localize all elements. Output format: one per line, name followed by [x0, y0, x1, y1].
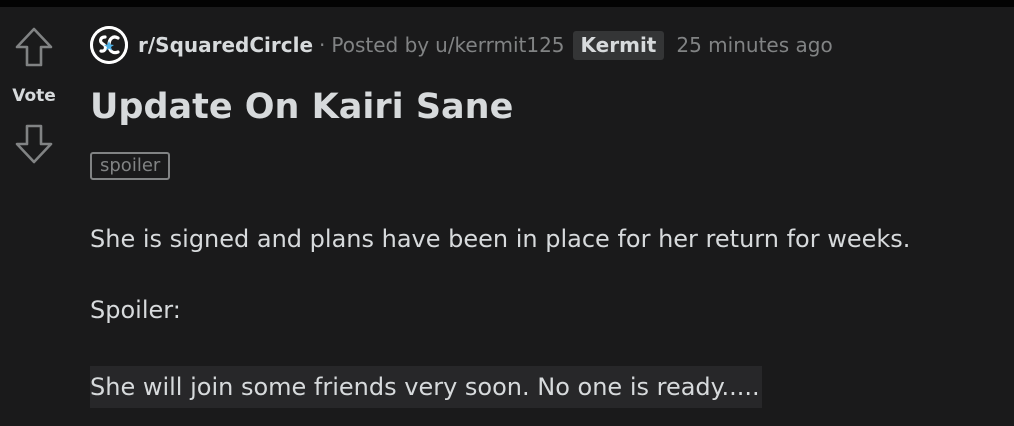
downvote-button[interactable]: [14, 123, 54, 165]
vote-column: Vote: [0, 7, 68, 426]
user-flair[interactable]: Kermit: [572, 30, 665, 60]
post-title[interactable]: Update On Kairi Sane: [90, 83, 513, 131]
post-timestamp[interactable]: 25 minutes ago: [676, 33, 832, 57]
vote-label: Vote: [12, 86, 56, 106]
author-link[interactable]: u/kerrmit125: [435, 33, 564, 57]
post-body-paragraph: She is signed and plans have been in pla…: [90, 225, 911, 253]
arrow-down-outline-icon: [15, 124, 53, 164]
post-body-paragraph: Spoiler:: [90, 296, 181, 324]
spoiler-tag: spoiler: [90, 152, 171, 180]
upvote-button[interactable]: [14, 26, 54, 68]
subreddit-link[interactable]: r/SquaredCircle: [138, 33, 313, 57]
post-card: Vote r/SquaredCircle · Posted by u/kerrm…: [0, 7, 1014, 426]
meta-separator: ·: [319, 33, 326, 57]
posted-by-label: Posted by: [331, 33, 430, 57]
arrow-up-outline-icon: [15, 27, 53, 67]
post-meta: r/SquaredCircle · Posted by u/kerrmit125…: [90, 26, 833, 64]
subreddit-logo-icon[interactable]: [90, 26, 128, 64]
spoiler-text-block[interactable]: She will join some friends very soon. No…: [90, 366, 762, 408]
